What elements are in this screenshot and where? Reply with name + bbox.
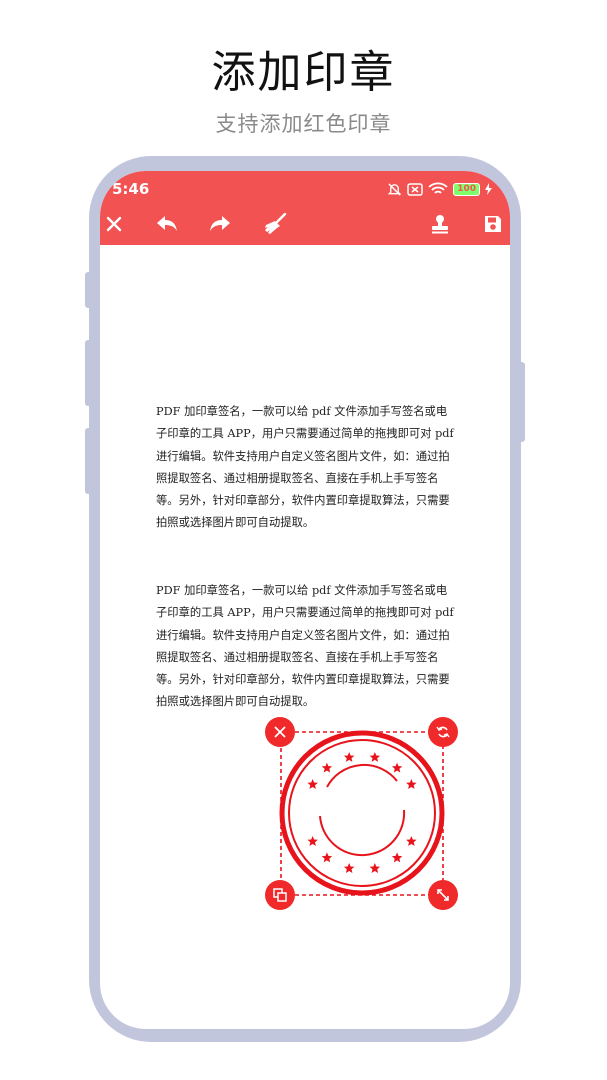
stamp-star: [391, 762, 403, 773]
stamp-star: [307, 836, 318, 846]
phone-screen: 5:46 100 PDF 加印章签名，一款可以给 pdf 文件添加手写签名或电子…: [100, 171, 510, 1029]
stamp-star: [343, 863, 355, 873]
add-stamp-button[interactable]: [423, 209, 457, 239]
stamp-star: [369, 752, 381, 762]
sim-off-icon: [407, 182, 423, 196]
duplicate-stamp-handle[interactable]: [265, 880, 295, 910]
close-icon: [106, 216, 122, 232]
delete-stamp-handle[interactable]: [265, 717, 295, 747]
page-title: 添加印章: [211, 47, 396, 98]
document-paragraph: PDF 加印章签名，一款可以给 pdf 文件添加手写签名或电子印章的工具 APP…: [156, 584, 454, 709]
stamp-star: [406, 836, 417, 846]
status-time: 5:46: [112, 180, 150, 198]
stamp-star: [406, 779, 417, 789]
close-button[interactable]: [100, 209, 131, 239]
document-paragraph: PDF 加印章签名，一款可以给 pdf 文件添加手写签名或电子印章的工具 APP…: [156, 405, 454, 530]
stamp-star: [321, 852, 333, 863]
stamp-star: [307, 779, 318, 789]
wifi-icon: [428, 182, 448, 194]
stamp-star: [343, 752, 355, 762]
status-icons: 100: [387, 180, 492, 198]
battery-icon: 100: [453, 182, 480, 196]
redo-icon: [210, 216, 230, 231]
app-bar: 5:46 100: [100, 171, 510, 245]
resize-icon: [437, 889, 449, 901]
stamp-star: [391, 852, 403, 863]
stamp-star: [369, 863, 381, 873]
close-icon: [274, 726, 286, 738]
rotate-icon: [436, 726, 450, 738]
stamp-star: [321, 762, 333, 773]
save-icon: [485, 216, 501, 232]
resize-stamp-handle[interactable]: [428, 880, 458, 910]
page-subtitle: 支持添加红色印章: [215, 112, 392, 136]
mute-bell-icon: [387, 182, 402, 196]
redo-button[interactable]: [203, 209, 237, 239]
save-button[interactable]: [476, 209, 510, 239]
undo-icon: [157, 216, 177, 231]
stamp-overlay[interactable]: [265, 699, 460, 910]
rotate-stamp-handle[interactable]: [428, 717, 458, 747]
clear-button[interactable]: [259, 209, 293, 239]
clear-brush-icon: [265, 213, 287, 234]
stamp-icon: [432, 215, 448, 234]
charging-bolt-icon: [485, 183, 492, 195]
copy-icon: [273, 888, 287, 902]
undo-button[interactable]: [150, 209, 184, 239]
